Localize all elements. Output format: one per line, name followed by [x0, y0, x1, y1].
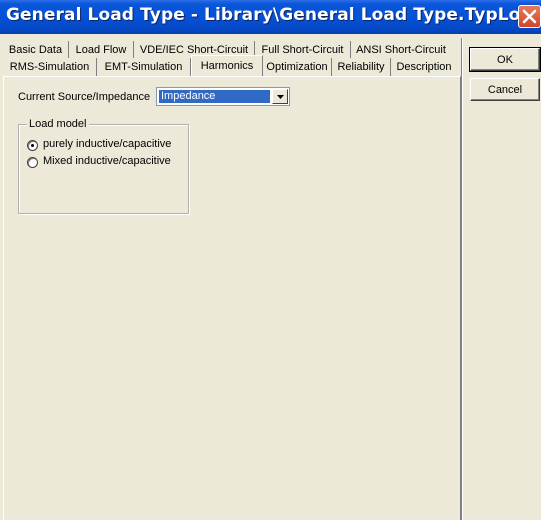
radio-purely-inductive-label[interactable]: purely inductive/capacitive	[43, 138, 171, 150]
chevron-down-icon	[277, 95, 284, 99]
tab-rms-simulation[interactable]: RMS-Simulation	[3, 58, 97, 76]
current-source-value: Impedance	[159, 90, 270, 103]
current-source-dropdown[interactable]: Impedance	[156, 87, 290, 106]
radio-mixed-inductive-label[interactable]: Mixed inductive/capacitive	[43, 155, 171, 167]
tab-optimization[interactable]: Optimization	[263, 58, 332, 76]
title-bar[interactable]: General Load Type - Library\General Load…	[0, 0, 541, 34]
dialog-window: General Load Type - Library\General Load…	[0, 0, 541, 520]
load-model-group: Load model purely inductive/capacitive M…	[18, 118, 189, 214]
tab-reliability[interactable]: Reliability	[332, 58, 391, 76]
harmonics-panel: Current Source/Impedance Load model pure…	[3, 76, 461, 520]
current-source-label: Current Source/Impedance	[18, 91, 151, 103]
vertical-separator	[461, 38, 463, 520]
tab-load-flow[interactable]: Load Flow	[69, 41, 134, 59]
ok-button[interactable]: OK	[469, 47, 541, 72]
tab-full-short-circuit[interactable]: Full Short-Circuit	[255, 41, 351, 59]
close-icon	[522, 9, 537, 24]
radio-mixed-inductive[interactable]	[27, 157, 38, 168]
window-title: General Load Type - Library\General Load…	[6, 5, 541, 25]
radio-purely-inductive[interactable]	[27, 140, 38, 151]
tab-control: Basic Data Load Flow VDE/IEC Short-Circu…	[3, 38, 461, 520]
tab-ansi-short-circuit[interactable]: ANSI Short-Circuit	[351, 41, 451, 59]
tab-row-2: RMS-Simulation EMT-Simulation Harmonics …	[3, 55, 457, 76]
cancel-button[interactable]: Cancel	[470, 78, 540, 101]
tab-harmonics[interactable]: Harmonics	[191, 55, 263, 76]
tab-basic-data[interactable]: Basic Data	[3, 41, 69, 59]
tab-emt-simulation[interactable]: EMT-Simulation	[97, 58, 191, 76]
close-button[interactable]	[518, 5, 541, 28]
load-model-title: Load model	[27, 118, 89, 130]
dropdown-button[interactable]	[272, 89, 288, 104]
tab-description[interactable]: Description	[391, 58, 457, 76]
